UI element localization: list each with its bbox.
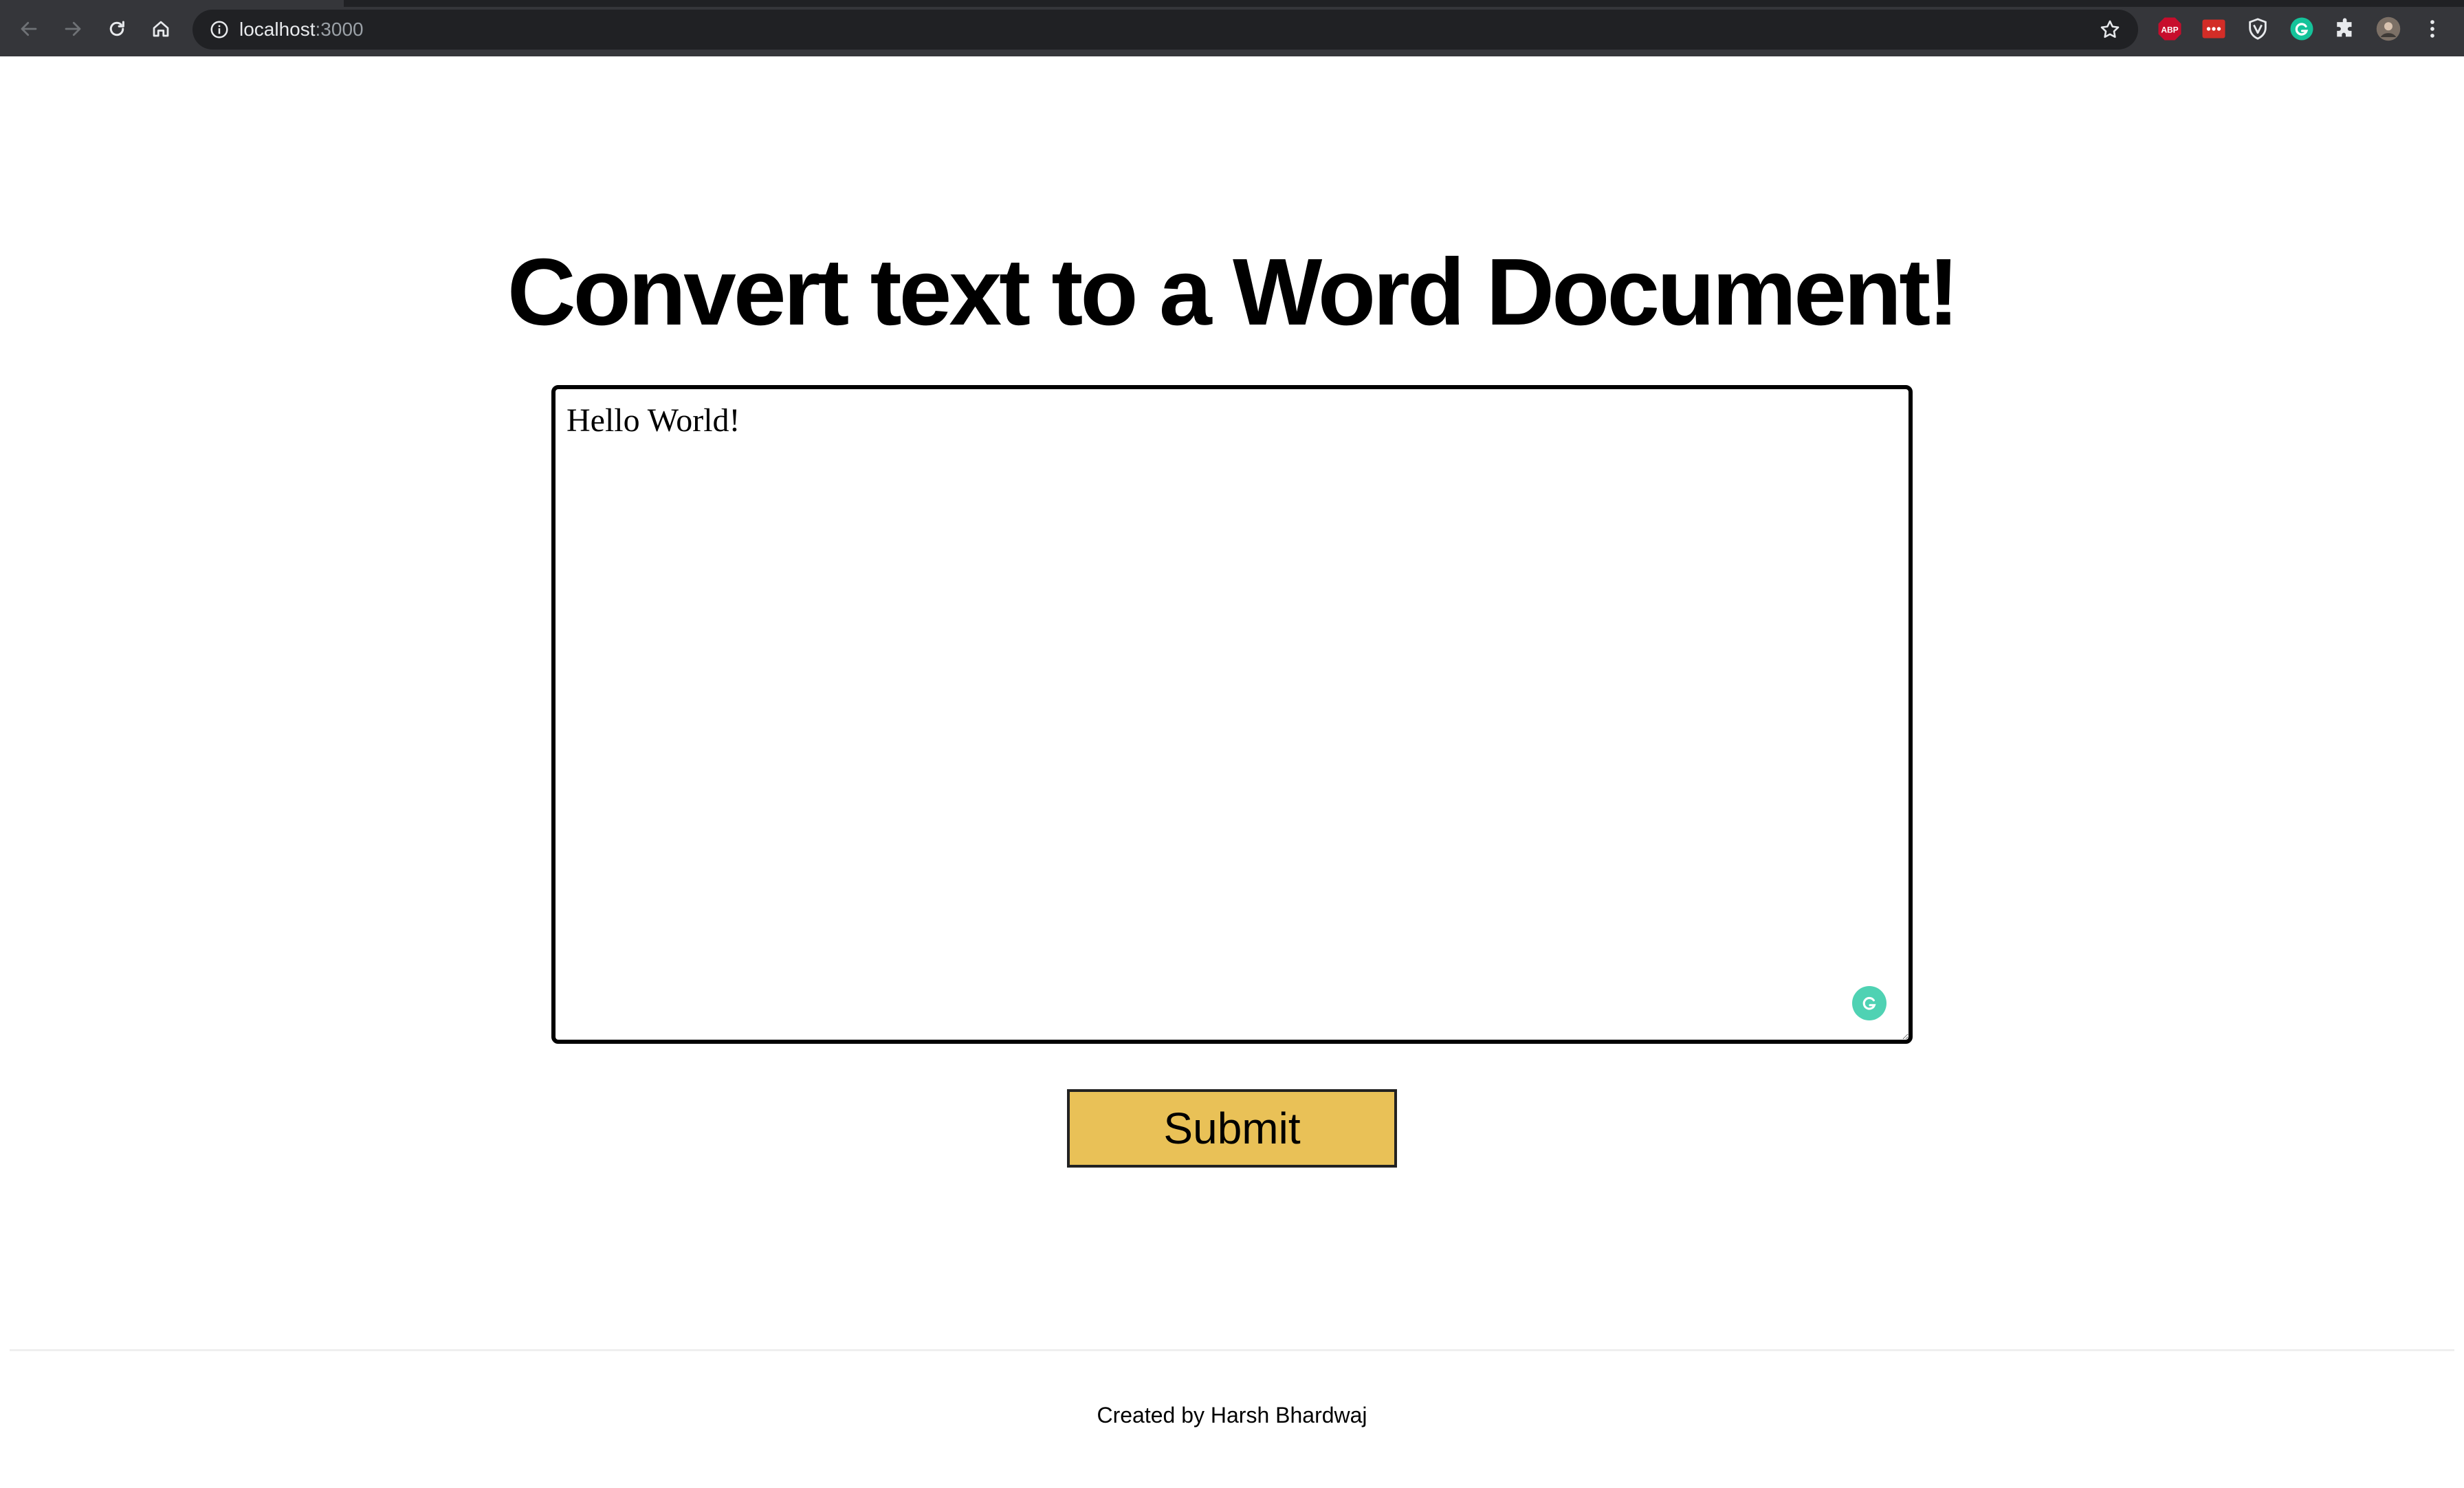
adblock-plus-icon[interactable]: ABP <box>2157 17 2182 41</box>
menu-kebab-icon[interactable] <box>2420 17 2445 41</box>
forward-button[interactable] <box>59 15 87 43</box>
arrow-right-icon <box>65 21 81 36</box>
page-title: Convert text to a Word Document! <box>507 239 1959 345</box>
back-button[interactable] <box>15 15 43 43</box>
arrow-left-icon <box>21 21 37 36</box>
home-icon <box>153 21 169 37</box>
address-bar[interactable]: localhost:3000 <box>192 10 2138 50</box>
info-icon[interactable] <box>209 19 230 40</box>
url-text[interactable]: localhost:3000 <box>239 10 364 50</box>
grammarly-extension-icon[interactable] <box>2289 17 2314 41</box>
submit-button[interactable]: Submit <box>1067 1089 1397 1168</box>
grammarly-badge-icon[interactable] <box>1852 986 1886 1020</box>
reload-icon <box>109 21 124 36</box>
url-host: localhost <box>239 19 316 40</box>
lastpass-icon[interactable] <box>2201 17 2226 41</box>
profile-avatar[interactable] <box>2376 17 2401 41</box>
active-tab[interactable] <box>0 0 344 7</box>
url-port: :3000 <box>315 19 364 40</box>
footer-divider <box>10 1349 2454 1351</box>
shield-extension-icon[interactable] <box>2245 17 2270 41</box>
tab-strip <box>0 0 2464 7</box>
home-button[interactable] <box>147 15 175 43</box>
browser-toolbar: localhost:3000 ABP <box>0 0 2464 56</box>
text-input-area[interactable]: Hello World! <box>551 385 1913 1044</box>
footer-credit: Created by Harsh Bhardwaj <box>1097 1403 1367 1427</box>
svg-text:ABP: ABP <box>2161 25 2178 34</box>
reload-button[interactable] <box>103 15 131 43</box>
bookmark-star-icon[interactable] <box>2098 18 2122 41</box>
puzzle-icon[interactable] <box>2333 17 2358 41</box>
